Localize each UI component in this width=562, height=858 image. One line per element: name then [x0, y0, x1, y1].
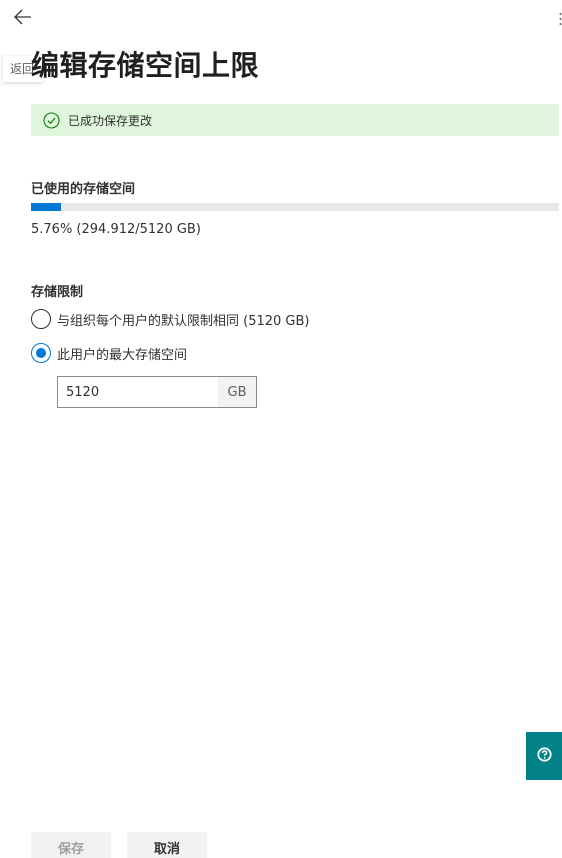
save-button[interactable]: 保存: [31, 832, 111, 858]
storage-limit-label: 存储限制: [31, 285, 84, 300]
storage-usage-text: 5.76% (294.912/5120 GB): [31, 222, 201, 237]
max-storage-input[interactable]: [58, 377, 218, 407]
success-message-text: 已成功保存更改: [68, 113, 153, 128]
max-storage-field: GB: [57, 376, 257, 408]
question-circle-icon: [536, 746, 552, 766]
storage-usage-progress-fill: [31, 203, 62, 211]
edit-storage-page: 返回 编辑存储空间上限 已成功保存更改 已使用的存储空间 5.76% (294.…: [0, 0, 562, 858]
checkmark-circle-icon: [43, 111, 60, 129]
success-message-bar: 已成功保存更改: [31, 104, 559, 136]
page-title: 编辑存储空间上限: [31, 49, 260, 82]
help-button[interactable]: [526, 732, 562, 780]
storage-usage-progress: [31, 203, 559, 211]
radio-default-limit[interactable]: [31, 309, 51, 329]
radio-custom-limit-label: 此用户的最大存储空间: [57, 347, 188, 363]
storage-used-label: 已使用的存储空间: [31, 182, 136, 197]
storage-unit-suffix: GB: [218, 377, 256, 407]
back-arrow-icon[interactable]: [12, 6, 34, 28]
radio-custom-limit[interactable]: [31, 343, 51, 363]
radio-option-default-limit[interactable]: 与组织每个用户的默认限制相同 (5120 GB): [31, 309, 310, 329]
radio-option-custom-limit[interactable]: 此用户的最大存储空间: [31, 343, 187, 363]
cancel-button[interactable]: 取消: [127, 832, 207, 858]
radio-default-limit-label: 与组织每个用户的默认限制相同 (5120 GB): [57, 313, 310, 329]
